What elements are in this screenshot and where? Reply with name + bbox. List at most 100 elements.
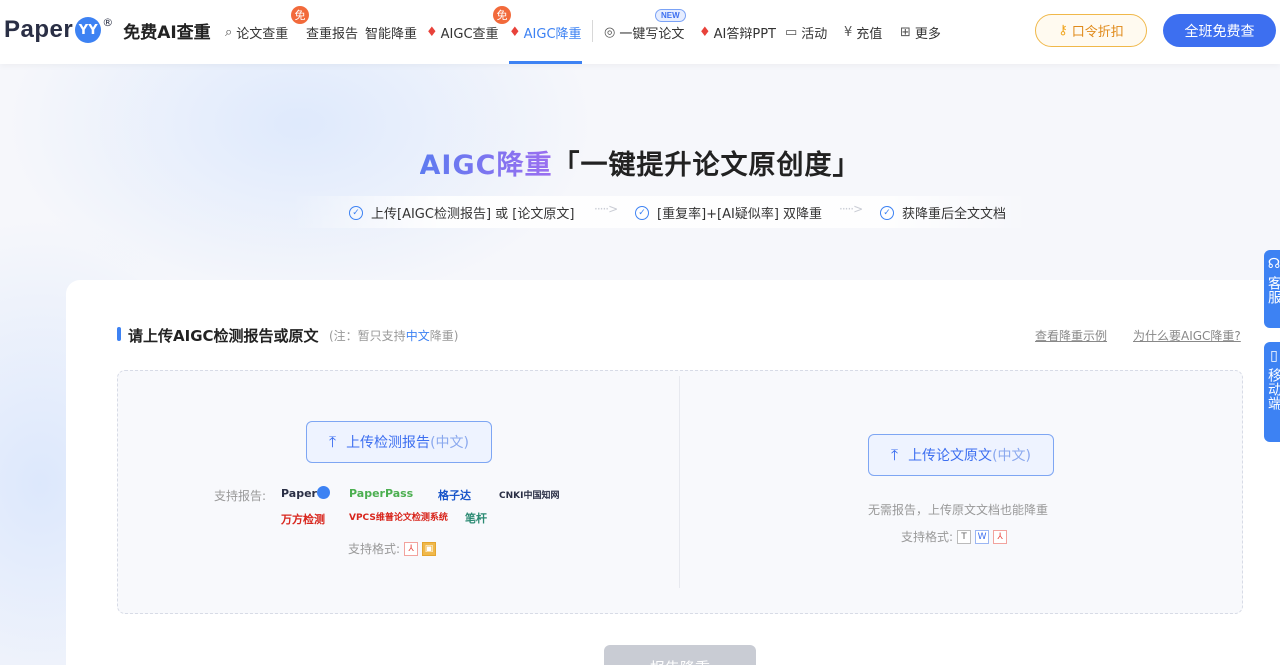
nav-item-more[interactable]: ⊞ 更多 <box>900 22 941 42</box>
support-formats-label: 支持格式: <box>901 530 954 544</box>
support-formats-label: 支持格式: <box>348 542 401 556</box>
upload-paper-lang: (中文) <box>992 448 1031 464</box>
nav-item-label: AI答辩PPT <box>713 26 777 42</box>
nav-item-label: 一键写论文 <box>619 26 685 42</box>
arrow-right-icon: ·····> <box>594 202 618 216</box>
upload-report-button[interactable]: ⤒ 上传检测报告 (中文) <box>306 421 492 463</box>
step-label: 获降重后全文文档 <box>902 207 1007 222</box>
logo[interactable]: Paper YY ® 免费AI查重 <box>4 12 211 48</box>
fire-icon: ♦ <box>426 24 438 40</box>
why-aigc-link[interactable]: 为什么要AIGC降重? <box>1133 327 1241 344</box>
upload-divider <box>679 376 680 588</box>
word-file-icon: W <box>975 529 990 544</box>
step-label: 上传[AIGC检测报告] 或 [论文原文] <box>371 207 575 222</box>
fire-icon: ♦ <box>699 24 711 40</box>
yen-icon: ¥ <box>844 24 853 40</box>
logo-slogan: 免费AI查重 <box>123 22 211 43</box>
nav-item-paper-check[interactable]: ⌕ 论文查重 <box>225 22 288 42</box>
brain-icon: ◎ <box>604 24 616 40</box>
logo-mark-icon: YY <box>75 17 102 43</box>
submit-reduce-button[interactable]: 报告降重 <box>604 645 756 665</box>
nav-item-label: 充值 <box>856 26 883 42</box>
mobile-label: 移动端 <box>1266 368 1280 410</box>
hero-title-rest: 「一键提升论文原创度」 <box>552 150 861 181</box>
nav-item-label: 更多 <box>914 26 941 42</box>
brand-paperpass-logo: PaperPass <box>349 487 414 500</box>
upload-paper-button[interactable]: ⤒ 上传论文原文 (中文) <box>868 434 1054 476</box>
brand-paperyy-mark-icon <box>317 486 330 499</box>
nav-item-label: 活动 <box>801 26 828 42</box>
step-reduce: ✓ [重复率]+[AI疑似率] 双降重 <box>635 203 822 222</box>
support-formats-left: 支持格式: ⅄ ▣ <box>348 540 437 557</box>
nav-divider <box>592 20 593 42</box>
logo-text: Paper <box>4 16 74 43</box>
support-reports-label: 支持报告: <box>214 489 267 503</box>
brand-wanfang-logo: 万方检测 <box>281 513 325 526</box>
hero-title: AIGC降重「一键提升论文原创度」 <box>0 143 1280 182</box>
gift-icon: ▭ <box>785 24 798 40</box>
hero-title-highlight: AIGC降重 <box>419 150 553 181</box>
free-badge: 免 <box>291 6 309 24</box>
coupon-code-label: 口令折扣 <box>1071 25 1124 40</box>
grid-icon: ⊞ <box>900 24 911 40</box>
check-circle-icon: ✓ <box>635 205 649 220</box>
upload-paper-label: 上传论文原文 <box>908 448 993 464</box>
nav-item-ai-ppt[interactable]: ♦ AI答辩PPT <box>699 22 776 42</box>
support-formats-right: 支持格式: T W ⅄ <box>901 528 1008 545</box>
class-free-check-button[interactable]: 全班免费查 <box>1163 14 1276 47</box>
nav-item-smart-reduce[interactable]: 智能降重 <box>365 22 417 42</box>
mobile-float[interactable]: ▯ 移动端 <box>1264 342 1280 442</box>
pdf-file-icon: ⅄ <box>404 541 419 556</box>
active-tab-indicator <box>509 61 582 64</box>
brand-gezida-logo: 格子达 <box>438 489 471 502</box>
brand-paperyy-logo: Paper <box>281 487 317 500</box>
upload-report-label: 上传检测报告 <box>346 435 431 451</box>
key-icon: ⚷ <box>1058 23 1068 38</box>
upload-icon: ⤒ <box>890 445 899 464</box>
nav-item-aigc-reduce[interactable]: ♦ AIGC降重 <box>509 22 582 42</box>
txt-file-icon: T <box>957 529 972 544</box>
search-doc-icon: ⌕ <box>225 24 233 40</box>
process-steps: ✓ 上传[AIGC检测报告] 或 [论文原文] ·····> ✓ [重复率]+[… <box>292 196 1032 228</box>
nav-item-aigc-check[interactable]: ♦ AIGC查重 <box>426 22 499 42</box>
section-note: (注：暂只支持中文降重) <box>329 327 458 344</box>
nav-item-label: 论文查重 <box>236 26 289 42</box>
customer-service-label: 客服 <box>1266 276 1280 304</box>
step-upload: ✓ 上传[AIGC检测报告] 或 [论文原文] <box>349 203 574 222</box>
brand-cnki-logo: CNKI中国知网 <box>499 491 560 501</box>
coupon-code-button[interactable]: ⚷ 口令折扣 <box>1035 14 1147 47</box>
pdf-file-icon: ⅄ <box>993 529 1008 544</box>
nav-item-label: AIGC查重 <box>440 26 499 42</box>
new-badge: NEW <box>655 9 686 22</box>
brand-vpcs-logo: VPCS维普论文检测系统 <box>349 513 448 523</box>
brand-bigan-logo: 笔杆 <box>465 512 487 525</box>
nav-item-activity[interactable]: ▭ 活动 <box>785 22 827 42</box>
section-title: 请上传AIGC检测报告或原文 <box>128 327 319 345</box>
top-nav-bar: Paper YY ® 免费AI查重 ⌕ 论文查重 查重报告 免 智能降重 ♦ A… <box>0 0 1280 64</box>
upload-report-lang: (中文) <box>430 435 469 451</box>
nav-item-recharge[interactable]: ¥ 充值 <box>844 22 882 42</box>
nav-item-label: 查重报告 <box>306 26 359 42</box>
nav-item-write-paper[interactable]: ◎ 一键写论文 <box>604 22 684 42</box>
note-highlight: 中文 <box>405 329 430 343</box>
fire-icon: ♦ <box>509 24 521 40</box>
section-accent-bar <box>117 327 121 341</box>
headset-icon: ☊ <box>1267 256 1280 272</box>
arrow-right-icon: ·····> <box>839 202 863 216</box>
nav-item-check-report[interactable]: 查重报告 <box>306 22 358 42</box>
check-circle-icon: ✓ <box>880 205 894 220</box>
note-prefix: (注：暂只支持 <box>329 329 406 343</box>
step-download: ✓ 获降重后全文文档 <box>880 203 1006 222</box>
step-label: [重复率]+[AI疑似率] 双降重 <box>657 207 823 222</box>
upload-icon: ⤒ <box>328 432 337 451</box>
check-circle-icon: ✓ <box>349 205 363 220</box>
view-example-link[interactable]: 查看降重示例 <box>1035 327 1107 344</box>
customer-service-float[interactable]: ☊ 客服 <box>1264 250 1280 328</box>
logo-registered-mark: ® <box>102 16 114 29</box>
note-suffix: 降重) <box>429 329 459 343</box>
no-report-hint: 无需报告，上传原文文档也能降重 <box>868 503 1049 517</box>
phone-icon: ▯ <box>1270 348 1278 364</box>
nav-item-label: AIGC降重 <box>523 26 582 42</box>
image-file-icon: ▣ <box>422 541 437 556</box>
nav-item-label: 智能降重 <box>365 26 418 42</box>
